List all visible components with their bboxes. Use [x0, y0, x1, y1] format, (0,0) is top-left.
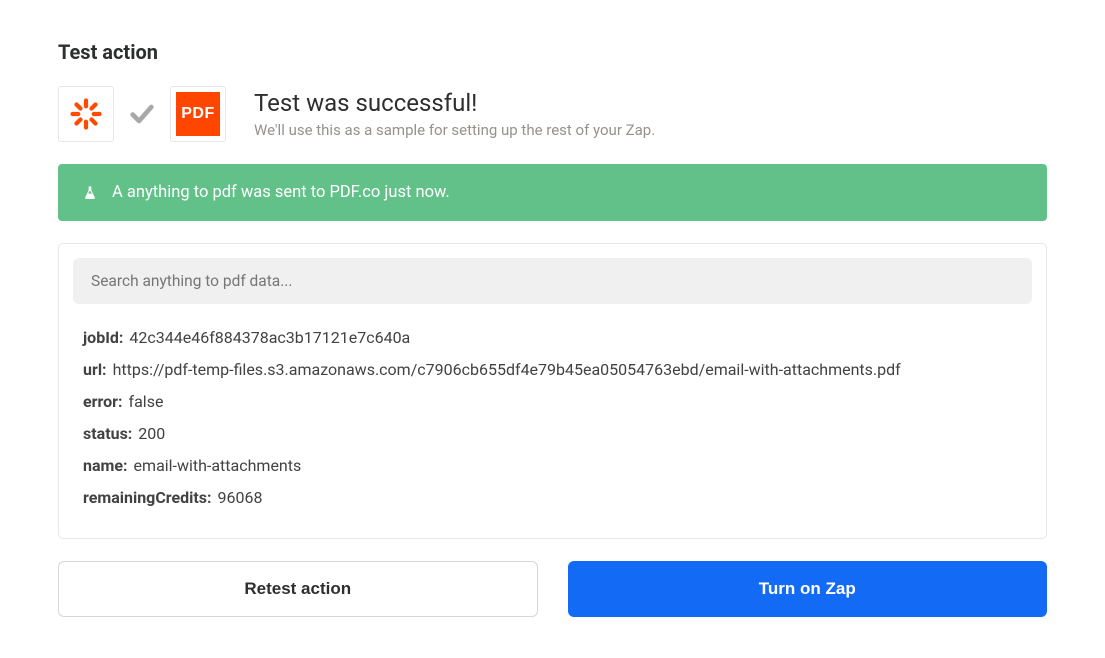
- flask-icon: [82, 185, 98, 201]
- results-list: jobId: 42c344e46f884378ac3b17121e7c640a …: [73, 320, 1032, 520]
- results-panel: jobId: 42c344e46f884378ac3b17121e7c640a …: [58, 243, 1047, 539]
- zapier-app-tile: [58, 86, 114, 142]
- result-key: remainingCredits:: [83, 486, 212, 510]
- result-row-error: error: false: [83, 390, 1022, 414]
- result-key: status:: [83, 422, 132, 446]
- retest-button[interactable]: Retest action: [58, 561, 538, 617]
- result-value: 42c344e46f884378ac3b17121e7c640a: [129, 326, 410, 350]
- result-row-status: status: 200: [83, 422, 1022, 446]
- result-value: https://pdf-temp-files.s3.amazonaws.com/…: [113, 358, 901, 382]
- section-title: Test action: [58, 40, 1047, 64]
- result-value: false: [129, 390, 164, 414]
- result-row-remainingcredits: remainingCredits: 96068: [83, 486, 1022, 510]
- test-result-text: Test was successful! We'll use this as a…: [254, 89, 655, 139]
- banner-text: A anything to pdf was sent to PDF.co jus…: [112, 183, 450, 202]
- zapier-icon: [69, 97, 103, 131]
- pdf-icon: PDF: [176, 92, 220, 136]
- result-key: url:: [83, 358, 107, 382]
- result-row-jobid: jobId: 42c344e46f884378ac3b17121e7c640a: [83, 326, 1022, 350]
- result-value: email-with-attachments: [134, 454, 302, 478]
- success-banner: A anything to pdf was sent to PDF.co jus…: [58, 164, 1047, 221]
- result-row-url: url: https://pdf-temp-files.s3.amazonaws…: [83, 358, 1022, 382]
- turn-on-zap-button[interactable]: Turn on Zap: [568, 561, 1048, 617]
- result-subtitle: We'll use this as a sample for setting u…: [254, 121, 655, 139]
- search-input[interactable]: [73, 258, 1032, 304]
- action-buttons-row: Retest action Turn on Zap: [58, 561, 1047, 617]
- result-key: error:: [83, 390, 123, 414]
- result-key: jobId:: [83, 326, 123, 350]
- result-title: Test was successful!: [254, 89, 655, 117]
- checkmark-icon: [124, 100, 160, 128]
- test-header-row: PDF Test was successful! We'll use this …: [58, 86, 1047, 142]
- result-row-name: name: email-with-attachments: [83, 454, 1022, 478]
- result-key: name:: [83, 454, 128, 478]
- result-value: 200: [138, 422, 165, 446]
- result-value: 96068: [218, 486, 263, 510]
- pdfco-app-tile: PDF: [170, 86, 226, 142]
